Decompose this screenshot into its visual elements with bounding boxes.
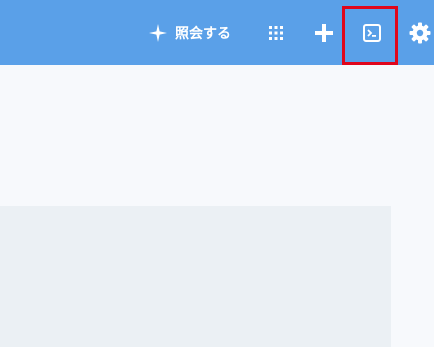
content-panel <box>0 206 391 347</box>
terminal-icon <box>363 24 381 42</box>
sparkle-icon <box>149 24 167 42</box>
settings-button[interactable] <box>406 19 434 47</box>
console-button[interactable] <box>358 19 386 47</box>
apps-button[interactable] <box>264 21 288 45</box>
plus-icon <box>315 24 333 42</box>
apps-grid-icon <box>269 26 283 40</box>
gear-icon <box>409 22 431 44</box>
ask-button[interactable]: 照会する <box>149 21 231 45</box>
ask-button-label: 照会する <box>175 26 231 42</box>
top-header-bar: 照会する <box>0 0 434 65</box>
add-button[interactable] <box>311 20 337 46</box>
